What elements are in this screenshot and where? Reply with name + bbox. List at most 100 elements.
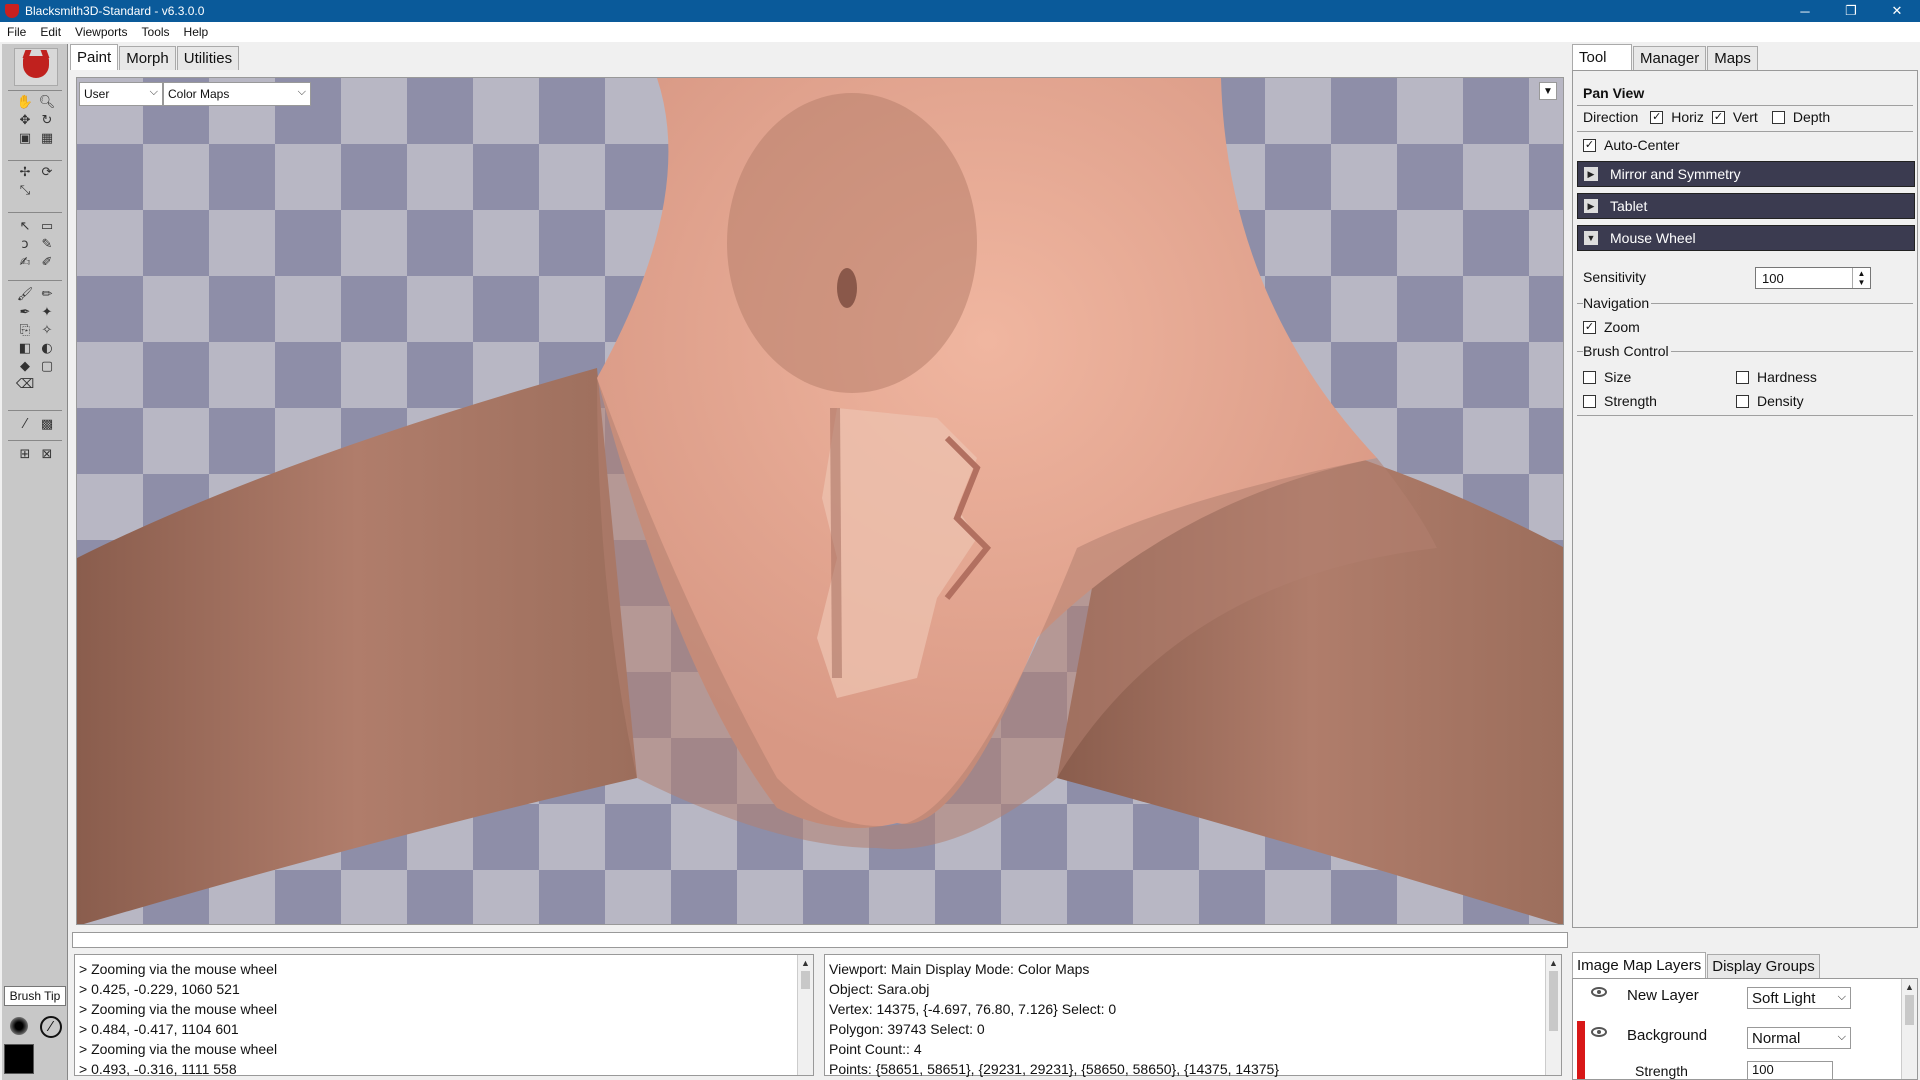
tab-image-map-layers[interactable]: Image Map Layers: [1572, 952, 1707, 978]
vert-checkbox[interactable]: ✓: [1711, 110, 1725, 124]
scrollbar-thumb[interactable]: [1905, 995, 1914, 1025]
scroll-up-icon[interactable]: ▲: [1902, 979, 1917, 995]
density-checkbox[interactable]: [1736, 394, 1749, 408]
info-scrollbar[interactable]: ▲: [1545, 955, 1561, 1075]
brush-tip-preview-icon[interactable]: [10, 1017, 28, 1035]
lasso-icon[interactable]: ↄ: [16, 236, 34, 252]
orbit-icon[interactable]: ✥: [16, 112, 34, 128]
foreground-color-swatch[interactable]: [4, 1044, 34, 1074]
eyedropper-icon[interactable]: ⁄: [16, 416, 34, 432]
restore-button[interactable]: ❐: [1828, 0, 1874, 22]
horiz-checkbox[interactable]: ✓: [1650, 110, 1664, 124]
blur-icon[interactable]: ✧: [38, 322, 56, 338]
menu-file[interactable]: File: [0, 25, 33, 39]
blend-mode-select[interactable]: Normal ⌵: [1747, 1027, 1851, 1049]
scrollbar-thumb[interactable]: [1549, 971, 1558, 1031]
menu-viewports[interactable]: Viewports: [68, 25, 134, 39]
menu-edit[interactable]: Edit: [33, 25, 68, 39]
grid-tool-icon[interactable]: ⊠: [38, 446, 56, 462]
timeline-strip: [72, 932, 1568, 948]
auto-center-label: Auto-Center: [1604, 137, 1680, 153]
shapes-icon[interactable]: ◧: [16, 340, 34, 356]
strength-checkbox[interactable]: [1583, 394, 1596, 408]
airbrush-icon[interactable]: ✒: [16, 304, 34, 320]
camera-select[interactable]: User ⌵: [79, 82, 163, 106]
layer-row[interactable]: New Layer Soft Light ⌵: [1577, 981, 1899, 1017]
tab-maps[interactable]: Maps: [1707, 46, 1758, 70]
dodge-icon[interactable]: ◐: [38, 340, 56, 356]
tab-tool[interactable]: Tool: [1572, 44, 1632, 70]
tab-utilities[interactable]: Utilities: [176, 46, 240, 70]
scale-icon[interactable]: ⤡: [16, 182, 34, 198]
paint-select-icon[interactable]: ✎: [38, 236, 56, 252]
no-brush-icon[interactable]: ⁄: [40, 1016, 62, 1038]
rotate-object-icon[interactable]: ⟳: [38, 164, 56, 180]
display-mode-select[interactable]: Color Maps ⌵: [163, 82, 311, 106]
sensitivity-stepper[interactable]: 100 ▲ ▼: [1755, 267, 1871, 289]
spin-buttons[interactable]: ▲ ▼: [1852, 268, 1870, 288]
fill-icon[interactable]: ◆: [16, 358, 34, 374]
divider: [1577, 415, 1913, 416]
section-mirror-symmetry[interactable]: ▶ Mirror and Symmetry: [1577, 161, 1915, 187]
hardness-checkbox[interactable]: [1736, 370, 1749, 384]
scroll-up-icon[interactable]: ▲: [1546, 955, 1561, 971]
section-mouse-wheel[interactable]: ▼ Mouse Wheel: [1577, 225, 1915, 251]
tool-options-panel: Pan View Direction ✓ Horiz ✓ Vert Depth …: [1572, 70, 1918, 928]
scroll-up-icon[interactable]: ▲: [798, 955, 813, 971]
tab-morph[interactable]: Morph: [119, 46, 176, 70]
frame-all-icon[interactable]: ▦: [38, 130, 56, 146]
collapse-arrow-icon: ▼: [1584, 231, 1598, 245]
color-brush-icon[interactable]: ✦: [38, 304, 56, 320]
menu-tools[interactable]: Tools: [135, 25, 177, 39]
eye-icon[interactable]: [1591, 987, 1607, 997]
spin-down-icon[interactable]: ▼: [1858, 278, 1866, 287]
size-checkbox[interactable]: [1583, 370, 1596, 384]
smudge-icon[interactable]: ✍: [16, 254, 34, 270]
close-button[interactable]: ✕: [1874, 0, 1920, 22]
layers-scrollbar[interactable]: ▲: [1901, 979, 1917, 1079]
layer-strength-input[interactable]: 100: [1747, 1061, 1833, 1079]
eraser-icon[interactable]: ⌫: [16, 376, 34, 392]
console-line: > Zooming via the mouse wheel: [79, 961, 278, 977]
spin-up-icon[interactable]: ▲: [1858, 269, 1866, 278]
pencil-icon[interactable]: ✏: [38, 286, 56, 302]
depth-checkbox[interactable]: [1771, 110, 1785, 124]
eye-icon[interactable]: [1591, 1027, 1607, 1037]
scrollbar-thumb[interactable]: [801, 971, 810, 989]
menu-help[interactable]: Help: [177, 25, 216, 39]
brush-icon[interactable]: 🖌︎: [16, 286, 34, 302]
rotate-icon[interactable]: ↻: [38, 112, 56, 128]
zoom-icon[interactable]: 🔍︎: [38, 94, 56, 110]
blend-mode-select[interactable]: Soft Light ⌵: [1747, 987, 1851, 1009]
tab-manager[interactable]: Manager: [1633, 46, 1707, 70]
main-viewport[interactable]: User ⌵ Color Maps ⌵ ▼: [76, 77, 1564, 925]
uv-tool-icon[interactable]: ⊞: [16, 446, 34, 462]
eraser-select-icon[interactable]: ✐: [38, 254, 56, 270]
toolbox-divider: [8, 90, 62, 91]
move-icon[interactable]: ✢: [16, 164, 34, 180]
layers-list: New Layer Soft Light ⌵ Background Normal…: [1572, 978, 1918, 1080]
clone-icon[interactable]: ⎘: [16, 322, 34, 338]
layer-row[interactable]: Background Normal ⌵ Strength 100: [1577, 1021, 1899, 1079]
tab-paint[interactable]: Paint: [70, 44, 119, 70]
pattern-icon[interactable]: ▩: [38, 416, 56, 432]
console-scrollbar[interactable]: ▲: [797, 955, 813, 1075]
tab-display-groups[interactable]: Display Groups: [1707, 954, 1820, 978]
minimize-button[interactable]: ─: [1782, 0, 1828, 22]
zoom-checkbox[interactable]: ✓: [1583, 320, 1596, 334]
size-row: Size: [1583, 369, 1631, 385]
section-label: Mirror and Symmetry: [1610, 166, 1741, 182]
viewport-menu-button[interactable]: ▼: [1539, 82, 1557, 100]
clear-icon[interactable]: ▢: [38, 358, 56, 374]
section-tablet[interactable]: ▶ Tablet: [1577, 193, 1915, 219]
rect-select-icon[interactable]: ▭: [38, 218, 56, 234]
app-logo: [14, 48, 58, 86]
chevron-down-icon: ▼: [1543, 85, 1553, 97]
pan-hand-icon[interactable]: ✋: [16, 94, 34, 110]
frame-object-icon[interactable]: ▣: [16, 130, 34, 146]
auto-center-checkbox[interactable]: ✓: [1583, 138, 1596, 152]
select-arrow-icon[interactable]: ↖: [16, 218, 34, 234]
chevron-down-icon: ⌵: [297, 86, 306, 98]
chevron-down-icon: ⌵: [1837, 991, 1846, 1003]
window-title: Blacksmith3D-Standard - v6.3.0.0: [25, 4, 205, 18]
